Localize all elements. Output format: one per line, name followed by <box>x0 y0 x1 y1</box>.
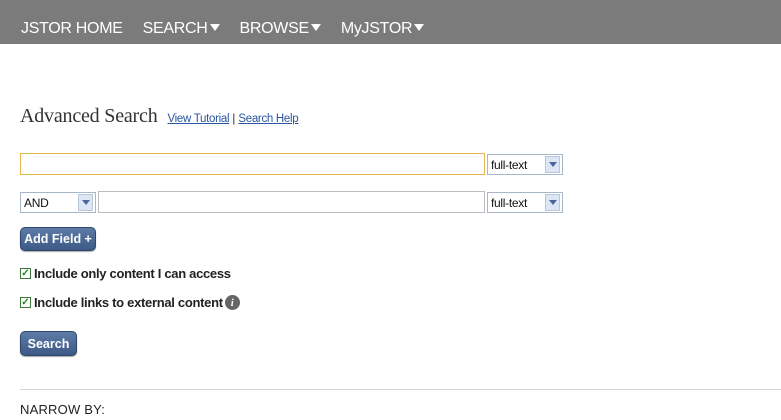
page-title: Advanced Search <box>20 105 158 127</box>
include-accessible-checkbox[interactable]: ✓ <box>20 268 31 279</box>
link-separator: | <box>232 111 236 125</box>
nav-browse-label: BROWSE <box>239 20 310 37</box>
chevron-down-icon <box>78 194 93 211</box>
section-divider <box>20 389 781 390</box>
info-icon[interactable]: i <box>224 295 240 310</box>
field-select-1-value: full-text <box>491 157 527 172</box>
caret-down-icon <box>209 24 220 31</box>
narrow-by-heading: NARROW BY: <box>20 402 106 417</box>
nav-search[interactable]: SEARCH <box>143 21 220 37</box>
chevron-down-icon <box>545 156 560 173</box>
caret-down-icon <box>310 24 321 31</box>
operator-select-value: AND <box>24 195 49 210</box>
nav-jstor-home-label: JSTOR HOME <box>21 20 123 37</box>
page-heading: Advanced Search View Tutorial | Search H… <box>20 105 299 128</box>
field-select-2[interactable]: full-text <box>487 192 563 213</box>
operator-select[interactable]: AND <box>20 192 96 213</box>
view-tutorial-link[interactable]: View Tutorial <box>168 113 230 125</box>
nav-browse[interactable]: BROWSE <box>240 21 321 37</box>
chevron-down-icon <box>545 194 560 211</box>
include-accessible-row: ✓ Include only content I can access <box>20 266 231 281</box>
main-nav: JSTOR HOME SEARCH BROWSE MyJSTOR <box>21 21 444 37</box>
search-button[interactable]: Search <box>20 331 77 356</box>
include-external-label: Include links to external content <box>34 295 223 310</box>
search-term-input-1[interactable] <box>20 153 485 175</box>
add-field-button[interactable]: Add Field + <box>20 227 96 251</box>
field-select-1[interactable]: full-text <box>487 154 563 175</box>
nav-jstor-home[interactable]: JSTOR HOME <box>21 21 123 37</box>
search-term-input-2[interactable] <box>98 191 485 213</box>
include-external-checkbox[interactable]: ✓ <box>20 297 31 308</box>
nav-myjstor-label: MyJSTOR <box>340 20 413 37</box>
caret-down-icon <box>414 24 425 31</box>
top-navigation-bar: JSTOR HOME SEARCH BROWSE MyJSTOR <box>0 0 781 44</box>
include-accessible-label: Include only content I can access <box>34 266 231 281</box>
nav-search-label: SEARCH <box>142 20 208 37</box>
nav-myjstor[interactable]: MyJSTOR <box>340 20 425 37</box>
include-external-row: ✓ Include links to external content i <box>20 295 240 310</box>
search-help-link[interactable]: Search Help <box>238 113 298 125</box>
field-select-2-value: full-text <box>491 195 527 210</box>
